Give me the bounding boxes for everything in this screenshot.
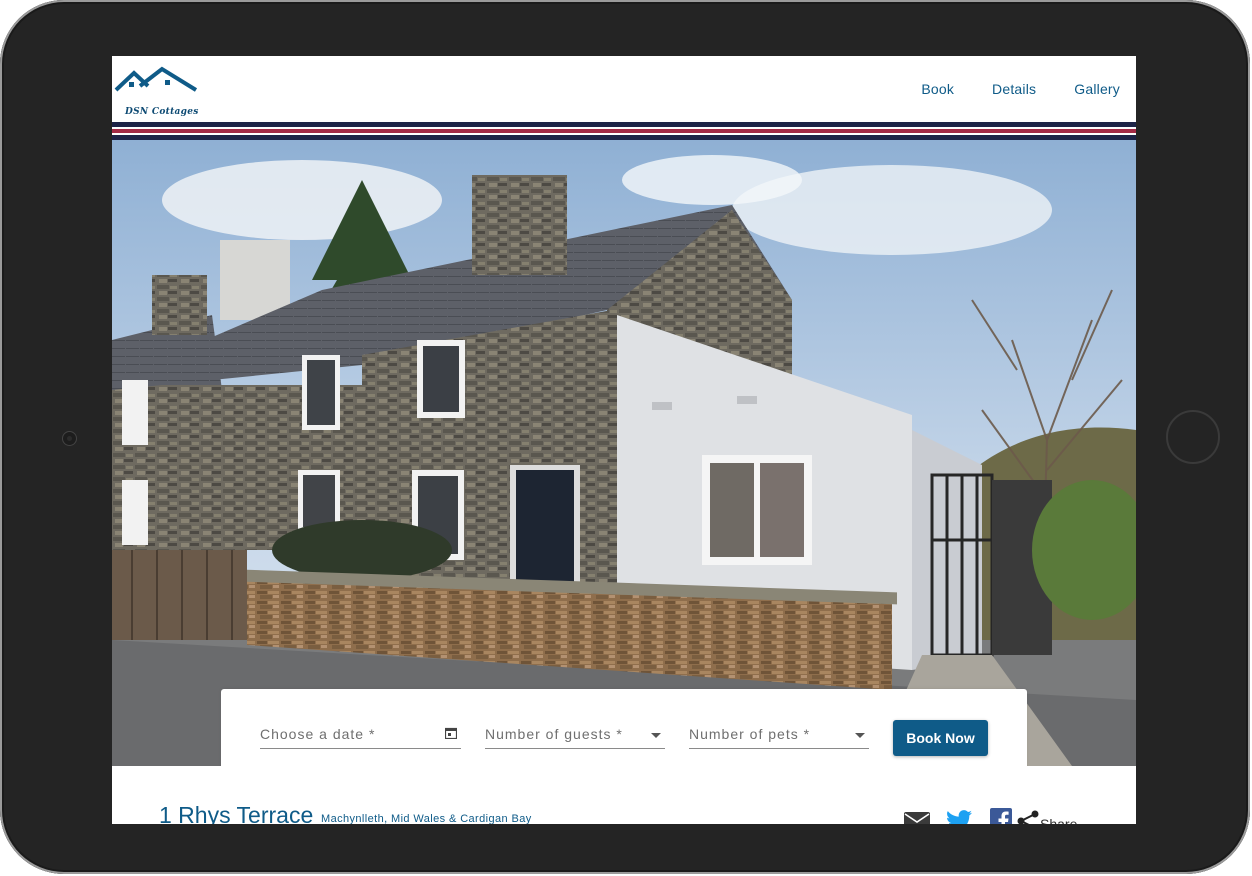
calendar-icon[interactable] <box>445 727 457 739</box>
tablet-frame: DSN Cottages Book Details Gallery Choose… <box>0 0 1250 874</box>
home-button[interactable] <box>1166 410 1220 464</box>
guests-placeholder: Number of guests * <box>485 726 623 742</box>
nav-details-link[interactable]: Details <box>992 78 1036 100</box>
header-accent-stripes <box>112 122 1136 140</box>
twitter-icon[interactable] <box>946 810 972 824</box>
guests-select[interactable]: Number of guests * <box>485 725 665 749</box>
share-icon[interactable] <box>1016 810 1040 824</box>
share-label[interactable]: Share <box>1040 816 1077 824</box>
dropdown-caret-icon <box>855 733 865 738</box>
booking-form: Choose a date * Number of guests * Numbe… <box>221 689 1027 769</box>
site-header: DSN Cottages Book Details Gallery <box>112 56 1136 122</box>
nav-book-link[interactable]: Book <box>921 78 954 100</box>
property-title: 1 Rhys Terrace <box>159 802 314 824</box>
browser-screen: DSN Cottages Book Details Gallery Choose… <box>112 56 1136 824</box>
house-roof-icon <box>114 66 198 92</box>
date-placeholder: Choose a date * <box>260 726 376 742</box>
main-nav: Book Details Gallery <box>883 78 1120 100</box>
email-icon[interactable] <box>904 812 930 824</box>
book-now-button[interactable]: Book Now <box>893 720 988 756</box>
pets-placeholder: Number of pets * <box>689 726 811 742</box>
facebook-icon[interactable] <box>990 808 1012 824</box>
dropdown-caret-icon <box>651 733 661 738</box>
front-camera <box>62 431 77 446</box>
date-picker[interactable]: Choose a date * <box>260 725 461 749</box>
cottage-photo <box>112 140 1136 766</box>
site-logo[interactable]: DSN Cottages <box>114 66 199 117</box>
hero-image <box>112 140 1136 766</box>
property-location[interactable]: Machynlleth, Mid Wales & Cardigan Bay <box>321 813 532 824</box>
logo-text: DSN Cottages <box>125 107 199 117</box>
property-header: 1 Rhys Terrace Machynlleth, Mid Wales & … <box>112 766 1136 824</box>
pets-select[interactable]: Number of pets * <box>689 725 869 749</box>
nav-gallery-link[interactable]: Gallery <box>1074 78 1120 100</box>
